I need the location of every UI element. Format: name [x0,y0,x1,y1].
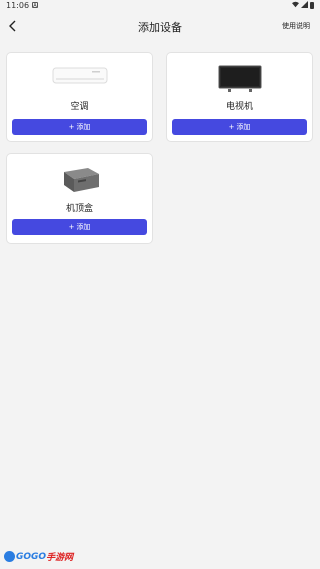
device-name: 电视机 [225,102,253,112]
signal-icon [301,1,308,10]
television-icon [167,65,312,93]
add-television-button[interactable]: + 添加 [172,119,307,135]
plus-icon: + [68,223,75,231]
device-name: 空调 [70,102,89,112]
plus-icon: + [228,123,235,131]
status-time: 11:06 [6,1,30,10]
watermark-brand: GOGO [16,551,47,562]
status-icons [292,1,314,10]
device-card-air-conditioner: 空调 + 添加 [6,52,153,142]
watermark: GOGO 手游网 [4,550,73,563]
device-name: 机顶盒 [65,204,93,214]
page-title: 添加设备 [138,21,182,34]
watermark-logo-icon [4,551,15,562]
help-link[interactable]: 使用说明 [282,21,310,31]
wifi-icon [292,1,299,10]
add-air-conditioner-button[interactable]: + 添加 [12,119,147,135]
device-card-television: 电视机 + 添加 [166,52,313,142]
status-bar: 11:06 A [0,0,320,12]
set-top-box-icon [7,166,152,196]
watermark-site: 手游网 [46,553,74,563]
device-card-set-top-box: 机顶盒 + 添加 [6,153,153,244]
plus-icon: + [68,123,75,131]
add-set-top-box-button[interactable]: + 添加 [12,219,147,235]
add-button-label: 添加 [236,123,251,131]
add-button-label: 添加 [76,123,91,131]
air-conditioner-icon [7,65,152,87]
battery-icon [310,2,314,9]
add-button-label: 添加 [76,223,91,231]
header: 添加设备 使用说明 [0,14,320,40]
notification-icon: A [32,2,38,9]
